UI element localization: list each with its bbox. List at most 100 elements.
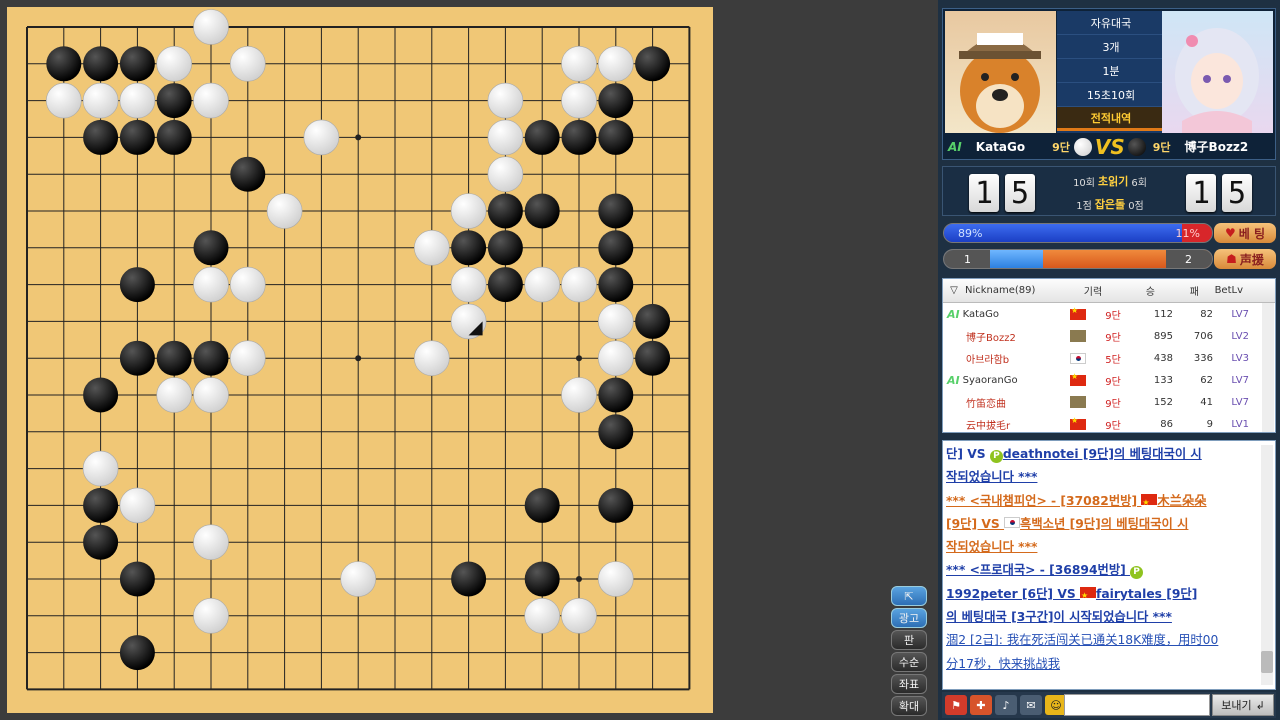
main-time: 1분 xyxy=(1057,59,1165,83)
black-time-digit-1: 1 xyxy=(1186,174,1216,212)
black-stone xyxy=(598,83,634,119)
col-nickname[interactable]: Nickname(89) xyxy=(965,285,1075,296)
p-badge-icon: P xyxy=(1130,566,1144,580)
player-list-header: ▽ Nickname(89) 기력 승 패 BetLv xyxy=(943,279,1275,303)
player-list-row[interactable]: AIKataGo 9단 112 82 LV7 xyxy=(943,303,1275,325)
black-stone xyxy=(451,561,487,597)
china-flag-icon xyxy=(1070,306,1086,320)
player-nickname: 竹笛恋曲 xyxy=(966,398,1006,410)
player-losses: 62 xyxy=(1200,374,1213,386)
white-stone xyxy=(597,303,634,340)
player-list-row[interactable]: AISyaoranGo 9단 133 62 LV7 xyxy=(943,369,1275,391)
chat-messages: 단] VS Pdeathnotei [9단]의 베팅대국이 시 작되었습니다 *… xyxy=(946,443,1256,676)
board-button[interactable]: 판 xyxy=(891,630,927,650)
player-rank: 9단 xyxy=(1105,376,1121,388)
player-losses: 9 xyxy=(1206,418,1213,430)
player-bar: AI KataGo 9단 VS 9단 博子Bozz2 xyxy=(943,134,1275,159)
chat-scrollbar-thumb[interactable] xyxy=(1261,651,1273,673)
black-stone-icon xyxy=(1127,137,1146,156)
player-nickname: KataGo xyxy=(962,308,1000,320)
black-player-rank: 9단 xyxy=(1152,140,1171,154)
white-stone xyxy=(156,45,192,82)
white-time-digit-1: 1 xyxy=(969,174,999,212)
player-list[interactable]: ▽ Nickname(89) 기력 승 패 BetLv AIKataGo9단11… xyxy=(942,278,1276,433)
black-stone xyxy=(83,46,119,82)
heart-icon: ♥ xyxy=(1224,226,1236,240)
player-losses: 41 xyxy=(1200,396,1213,408)
support-button[interactable]: ☗ 声援 xyxy=(1214,249,1276,269)
go-board[interactable] xyxy=(7,7,713,713)
coordinates-button[interactable]: 좌표 xyxy=(891,674,927,694)
send-button[interactable]: 보내기 ↲ xyxy=(1212,694,1274,716)
white-stone xyxy=(487,156,524,192)
white-stone xyxy=(524,266,561,303)
col-level[interactable]: BetLv xyxy=(1199,285,1243,296)
zoom-button[interactable]: 확대 xyxy=(891,696,927,716)
black-player-avatar[interactable] xyxy=(1162,11,1273,133)
white-stone xyxy=(230,340,266,377)
col-rank[interactable]: 기력 xyxy=(1075,283,1111,298)
white-stone xyxy=(193,9,229,45)
black-stone xyxy=(119,635,155,671)
black-stone xyxy=(487,193,523,229)
readings-row: 10회 초읽기 6회 xyxy=(1053,171,1167,191)
black-stone xyxy=(83,524,119,560)
microphone-icon[interactable]: ♪ xyxy=(995,695,1017,715)
white-stone xyxy=(156,377,192,413)
star-point xyxy=(576,576,582,582)
player-level: LV7 xyxy=(1231,396,1249,408)
black-time-digit-2: 5 xyxy=(1222,174,1252,212)
board-grid[interactable] xyxy=(7,7,713,713)
black-stone xyxy=(598,267,634,303)
share-button[interactable]: ⇱ xyxy=(891,586,927,606)
support-row: 1 2 ☗ 声援 xyxy=(942,248,1276,270)
black-stone xyxy=(119,119,155,155)
black-win-percent: 11% xyxy=(1175,227,1200,240)
black-stone xyxy=(451,230,487,266)
anime-girl-avatar-icon xyxy=(1175,28,1259,133)
player-wins: 438 xyxy=(1153,352,1173,364)
ad-button[interactable]: 광고 xyxy=(891,608,927,628)
player-losses: 336 xyxy=(1193,352,1213,364)
white-stone xyxy=(193,524,229,561)
player-list-row[interactable]: 竹笛恋曲 9단 152 41 LV7 xyxy=(943,391,1275,413)
white-stone xyxy=(193,597,229,634)
sort-triangle-icon[interactable]: ▽ xyxy=(943,285,965,296)
flag-icon[interactable]: ⚑ xyxy=(945,695,967,715)
chat-scrollbar[interactable] xyxy=(1261,445,1273,685)
black-stone xyxy=(156,340,192,376)
white-stone xyxy=(561,45,597,82)
black-stone xyxy=(487,230,523,266)
player-list-row[interactable]: 博子Bozz2 9단 895 706 LV2 xyxy=(943,325,1275,347)
gift-icon[interactable]: ✚ xyxy=(970,695,992,715)
player-list-row[interactable]: 云中拔毛r 9단 86 9 LV1 xyxy=(943,413,1275,432)
player-wins: 895 xyxy=(1153,330,1173,342)
white-player-avatar[interactable] xyxy=(945,11,1056,133)
china-flag-icon xyxy=(1070,372,1086,386)
record-button[interactable]: 전적내역 xyxy=(1057,107,1165,131)
white-stone xyxy=(82,82,119,119)
col-wins[interactable]: 승 xyxy=(1111,283,1155,298)
black-readings: 6회 xyxy=(1131,177,1147,189)
black-stone xyxy=(83,119,119,155)
black-stone xyxy=(635,340,671,376)
black-player-name[interactable]: 博子Bozz2 xyxy=(1185,138,1249,155)
white-stone xyxy=(45,82,82,119)
right-panel: 자유대국 3개 1분 15초10회 전적내역 AI KataGo 9단 VS 9… xyxy=(938,0,1280,720)
ai-badge: AI xyxy=(948,139,962,154)
bet-button[interactable]: ♥ 베 팅 xyxy=(1214,223,1276,243)
speech-bubble-icon[interactable]: ✉ xyxy=(1020,695,1042,715)
list-scrollbar[interactable] xyxy=(1262,303,1274,432)
player-level: LV2 xyxy=(1231,330,1249,342)
player-list-row[interactable]: 아브라함b 5단 438 336 LV3 xyxy=(943,347,1275,369)
black-stone xyxy=(193,340,229,376)
white-stone xyxy=(119,82,156,119)
chat-input[interactable] xyxy=(1064,694,1210,716)
white-stone xyxy=(413,230,450,266)
move-order-button[interactable]: 수순 xyxy=(891,652,927,672)
player-wins: 112 xyxy=(1153,308,1173,320)
white-captures: 1점 xyxy=(1076,200,1092,212)
white-player-name[interactable]: KataGo xyxy=(976,140,1025,154)
col-losses[interactable]: 패 xyxy=(1155,283,1199,298)
chat-area[interactable]: 단] VS Pdeathnotei [9단]의 베팅대국이 시 작되었습니다 *… xyxy=(942,440,1276,690)
